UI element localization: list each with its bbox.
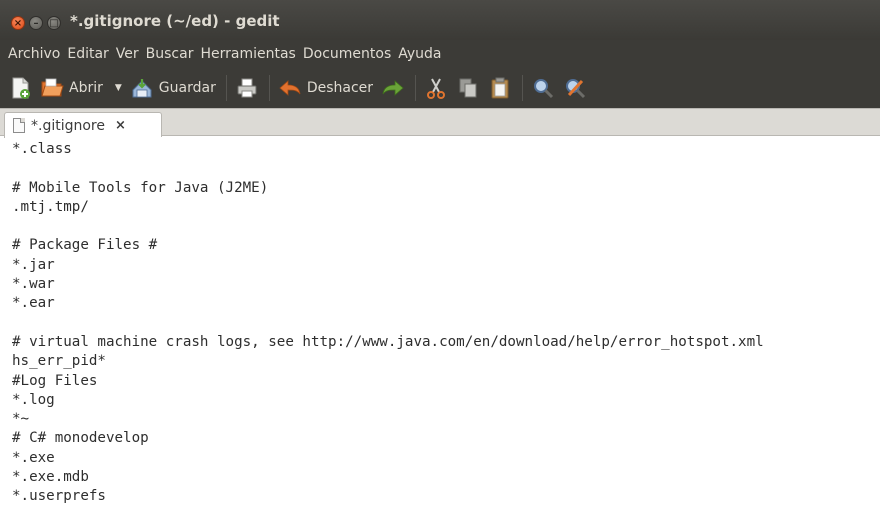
toolbar-separator bbox=[268, 75, 270, 101]
open-folder-icon bbox=[41, 78, 64, 97]
toolbar-separator bbox=[415, 75, 417, 101]
editor-line[interactable]: *~ bbox=[12, 410, 874, 429]
window-title: *.gitignore (~/ed) - gedit bbox=[70, 12, 280, 30]
editor-line[interactable] bbox=[12, 159, 874, 178]
save-label: Guardar bbox=[158, 80, 216, 96]
new-document-icon bbox=[12, 77, 30, 99]
tab-gitignore[interactable]: *.gitignore × bbox=[4, 112, 162, 138]
menu-bar: Archivo Editar Ver Buscar Herramientas D… bbox=[0, 40, 880, 68]
editor-line[interactable]: *.exe.mdb bbox=[12, 468, 874, 487]
editor-line[interactable] bbox=[12, 314, 874, 333]
new-document-button[interactable] bbox=[8, 74, 32, 102]
editor-line[interactable]: #Log Files bbox=[12, 372, 874, 391]
paste-button[interactable] bbox=[488, 74, 512, 102]
save-icon bbox=[132, 79, 152, 98]
editor-line[interactable]: # Package Files # bbox=[12, 236, 874, 255]
minimize-window-button[interactable]: – bbox=[29, 16, 43, 30]
close-icon: × bbox=[13, 18, 23, 29]
open-button[interactable]: Abrir bbox=[40, 74, 103, 102]
editor-line[interactable]: *.exe bbox=[12, 449, 874, 468]
maximize-window-button[interactable]: □ bbox=[47, 16, 61, 30]
editor-line[interactable]: *.ear bbox=[12, 294, 874, 313]
toolbar-separator bbox=[522, 75, 524, 101]
copy-button[interactable] bbox=[456, 74, 480, 102]
undo-icon bbox=[279, 80, 301, 96]
text-document-icon bbox=[13, 118, 25, 133]
open-recent-dropdown[interactable]: ▼ bbox=[115, 83, 122, 93]
undo-label: Deshacer bbox=[306, 80, 374, 96]
tab-strip: *.gitignore × bbox=[0, 108, 880, 138]
maximize-icon: □ bbox=[49, 18, 59, 29]
editor-line[interactable]: hs_err_pid* bbox=[12, 352, 874, 371]
menu-ayuda[interactable]: Ayuda bbox=[398, 46, 441, 62]
editor-line[interactable]: *.jar bbox=[12, 256, 874, 275]
tab-close-icon[interactable]: × bbox=[115, 118, 126, 133]
menu-editar[interactable]: Editar bbox=[67, 46, 108, 62]
editor-line[interactable]: # Mobile Tools for Java (J2ME) bbox=[12, 179, 874, 198]
cut-icon bbox=[427, 78, 446, 99]
menu-archivo[interactable]: Archivo bbox=[8, 46, 60, 62]
undo-button[interactable]: Deshacer bbox=[278, 74, 373, 102]
print-button[interactable] bbox=[235, 74, 259, 102]
redo-button[interactable] bbox=[381, 74, 405, 102]
redo-icon bbox=[382, 80, 404, 96]
save-button[interactable]: Guardar bbox=[130, 74, 216, 102]
cut-button[interactable] bbox=[424, 74, 448, 102]
close-window-button[interactable]: × bbox=[11, 16, 25, 30]
replace-icon bbox=[566, 79, 586, 99]
text-editor[interactable]: *.class # Mobile Tools for Java (J2ME) .… bbox=[8, 137, 874, 506]
editor-line[interactable] bbox=[12, 217, 874, 236]
paste-icon bbox=[491, 77, 509, 99]
editor-line[interactable]: # C# monodevelop bbox=[12, 429, 874, 448]
editor-line[interactable]: *.class bbox=[12, 140, 874, 159]
editor-line[interactable]: *.war bbox=[12, 275, 874, 294]
menu-ver[interactable]: Ver bbox=[116, 46, 139, 62]
replace-button[interactable] bbox=[563, 74, 587, 102]
print-icon bbox=[237, 78, 257, 98]
search-button[interactable] bbox=[531, 74, 555, 102]
editor-line[interactable]: .mtj.tmp/ bbox=[12, 198, 874, 217]
copy-icon bbox=[459, 78, 477, 98]
search-icon bbox=[534, 79, 554, 99]
tab-label: *.gitignore bbox=[31, 117, 105, 134]
editor-line[interactable]: # virtual machine crash logs, see http:/… bbox=[12, 333, 874, 352]
editor-line[interactable]: *.userprefs bbox=[12, 487, 874, 506]
gedit-window: × – □ *.gitignore (~/ed) - gedit Archivo… bbox=[0, 0, 880, 506]
toolbar: Abrir ▼ Guardar Deshacer bbox=[0, 68, 880, 108]
title-bar[interactable]: × – □ *.gitignore (~/ed) - gedit bbox=[0, 0, 880, 40]
toolbar-separator bbox=[225, 75, 227, 101]
minimize-icon: – bbox=[33, 18, 39, 29]
menu-herramientas[interactable]: Herramientas bbox=[200, 46, 295, 62]
menu-buscar[interactable]: Buscar bbox=[146, 46, 194, 62]
open-label: Abrir bbox=[69, 80, 103, 96]
menu-documentos[interactable]: Documentos bbox=[303, 46, 391, 62]
editor-line[interactable]: *.log bbox=[12, 391, 874, 410]
